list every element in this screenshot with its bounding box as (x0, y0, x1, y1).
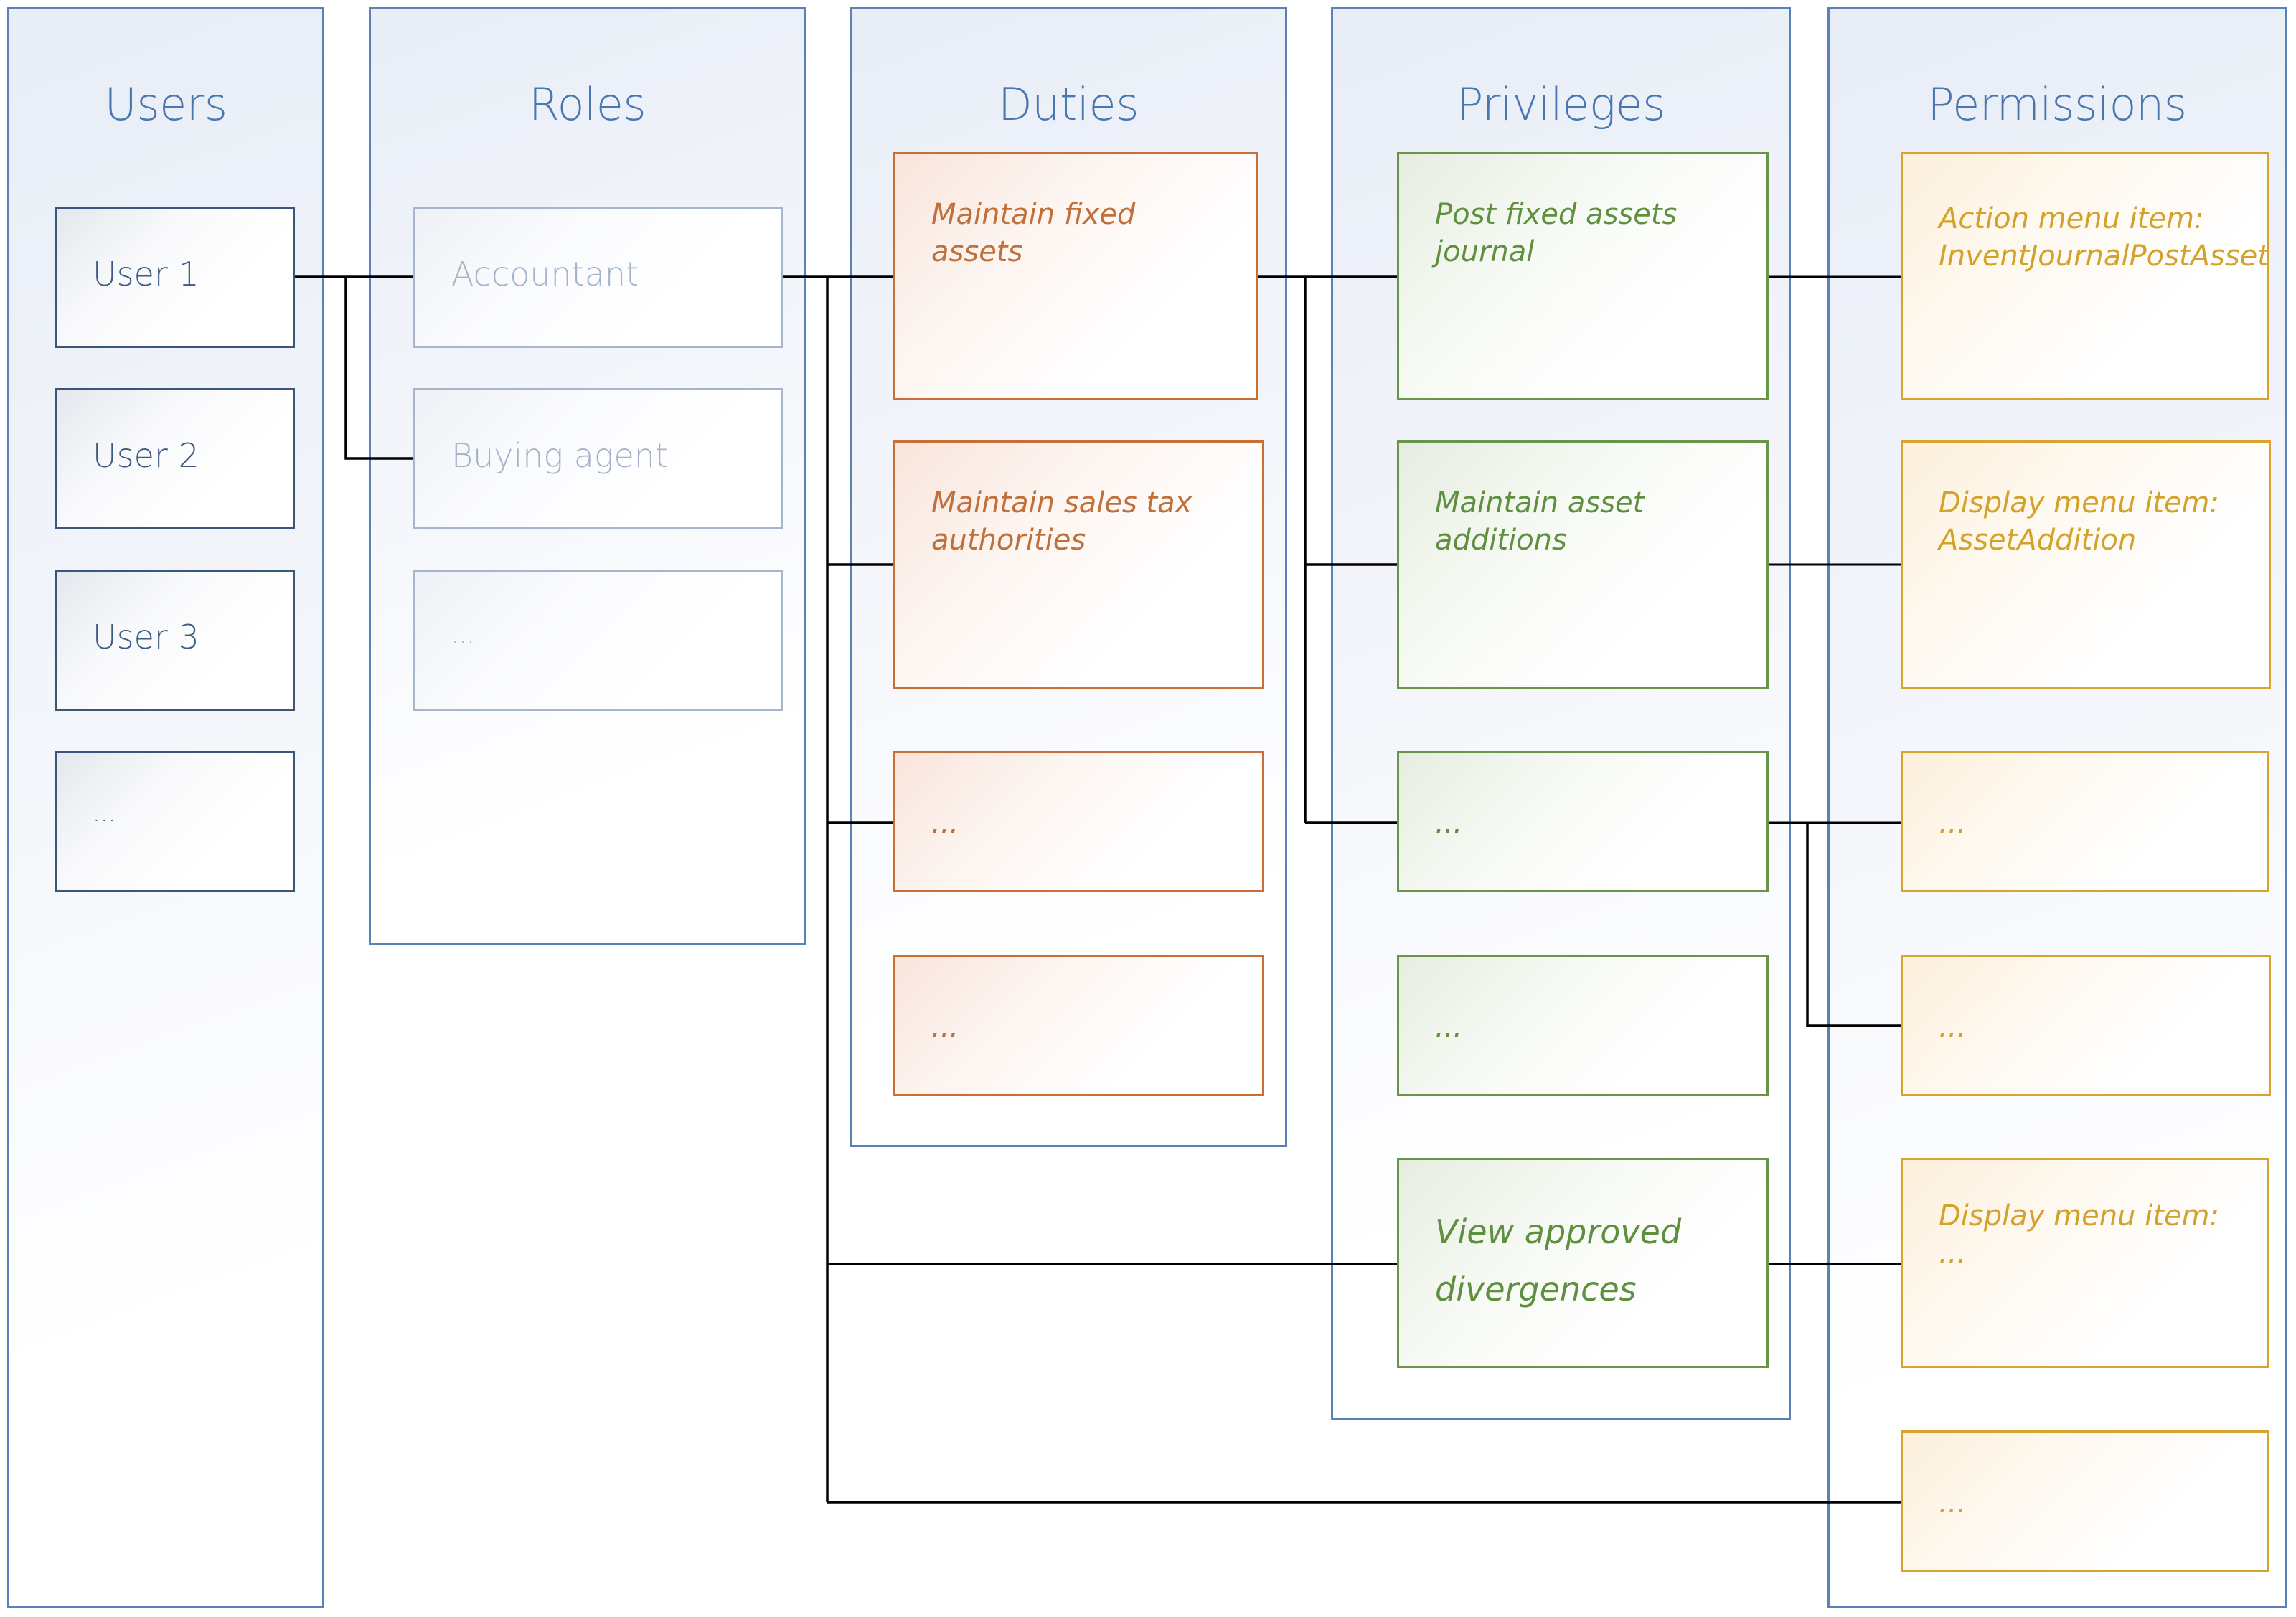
privilege-box[interactable]: View approved divergences (1397, 1158, 1769, 1368)
privilege-box[interactable]: ... (1397, 751, 1769, 892)
role-box[interactable]: ... (413, 570, 783, 711)
permission-box[interactable]: ... (1901, 751, 2269, 892)
user-box[interactable]: User 2 (55, 388, 295, 529)
duty-label: ... (931, 807, 959, 840)
privilege-label: ... (1435, 807, 1463, 840)
permission-box[interactable]: ... (1901, 955, 2271, 1096)
privilege-box[interactable]: Maintain asset additions (1397, 440, 1769, 689)
privilege-label: ... (1435, 1011, 1463, 1044)
roles-column-title: Roles (528, 78, 646, 131)
role-box[interactable]: Accountant (413, 207, 783, 348)
privilege-label: View approved divergences (1435, 1212, 1682, 1309)
duty-box[interactable]: ... (893, 955, 1264, 1096)
permission-box[interactable]: Action menu item: InventJournalPostAsset (1901, 152, 2269, 400)
user-label: User 1 (93, 255, 199, 293)
permission-label: Display menu item: ... (1939, 1199, 2219, 1270)
privilege-box[interactable]: ... (1397, 955, 1769, 1096)
permission-label: ... (1939, 807, 1967, 840)
user-label: ... (93, 799, 116, 828)
permission-box[interactable]: ... (1901, 1430, 2269, 1572)
duty-label: Maintain fixed assets (931, 198, 1136, 268)
role-label: Buying agent (451, 436, 668, 475)
duty-label: ... (931, 1011, 959, 1044)
permission-box[interactable]: Display menu item: ... (1901, 1158, 2269, 1368)
duties-column-title: Duties (997, 78, 1139, 131)
privileges-column-title: Privileges (1457, 78, 1665, 131)
privilege-label: Maintain asset additions (1435, 486, 1645, 557)
user-box[interactable]: User 3 (55, 570, 295, 711)
permission-label: Display menu item: AssetAddition (1939, 486, 2219, 557)
role-label: Accountant (451, 255, 639, 293)
permission-label: ... (1939, 1486, 1967, 1519)
duty-box[interactable]: ... (893, 751, 1264, 892)
permission-box[interactable]: Display menu item: AssetAddition (1901, 440, 2271, 689)
role-box[interactable]: Buying agent (413, 388, 783, 529)
user-box[interactable]: ... (55, 751, 295, 892)
privilege-box[interactable]: Post fixed assets journal (1397, 152, 1769, 400)
duty-box[interactable]: Maintain sales tax authorities (893, 440, 1264, 689)
role-label: ... (451, 621, 475, 649)
permission-label: ... (1939, 1011, 1967, 1044)
privilege-label: Post fixed assets journal (1435, 198, 1678, 268)
user-label: User 3 (93, 618, 199, 656)
permission-label: Action menu item: InventJournalPostAsset (1939, 202, 2269, 273)
user-box[interactable]: User 1 (55, 207, 295, 348)
user-label: User 2 (93, 436, 199, 475)
duty-label: Maintain sales tax authorities (931, 486, 1192, 557)
duty-box[interactable]: Maintain fixed assets (893, 152, 1258, 400)
permissions-column-title: Permissions (1927, 78, 2187, 131)
users-column-title: Users (104, 78, 227, 131)
